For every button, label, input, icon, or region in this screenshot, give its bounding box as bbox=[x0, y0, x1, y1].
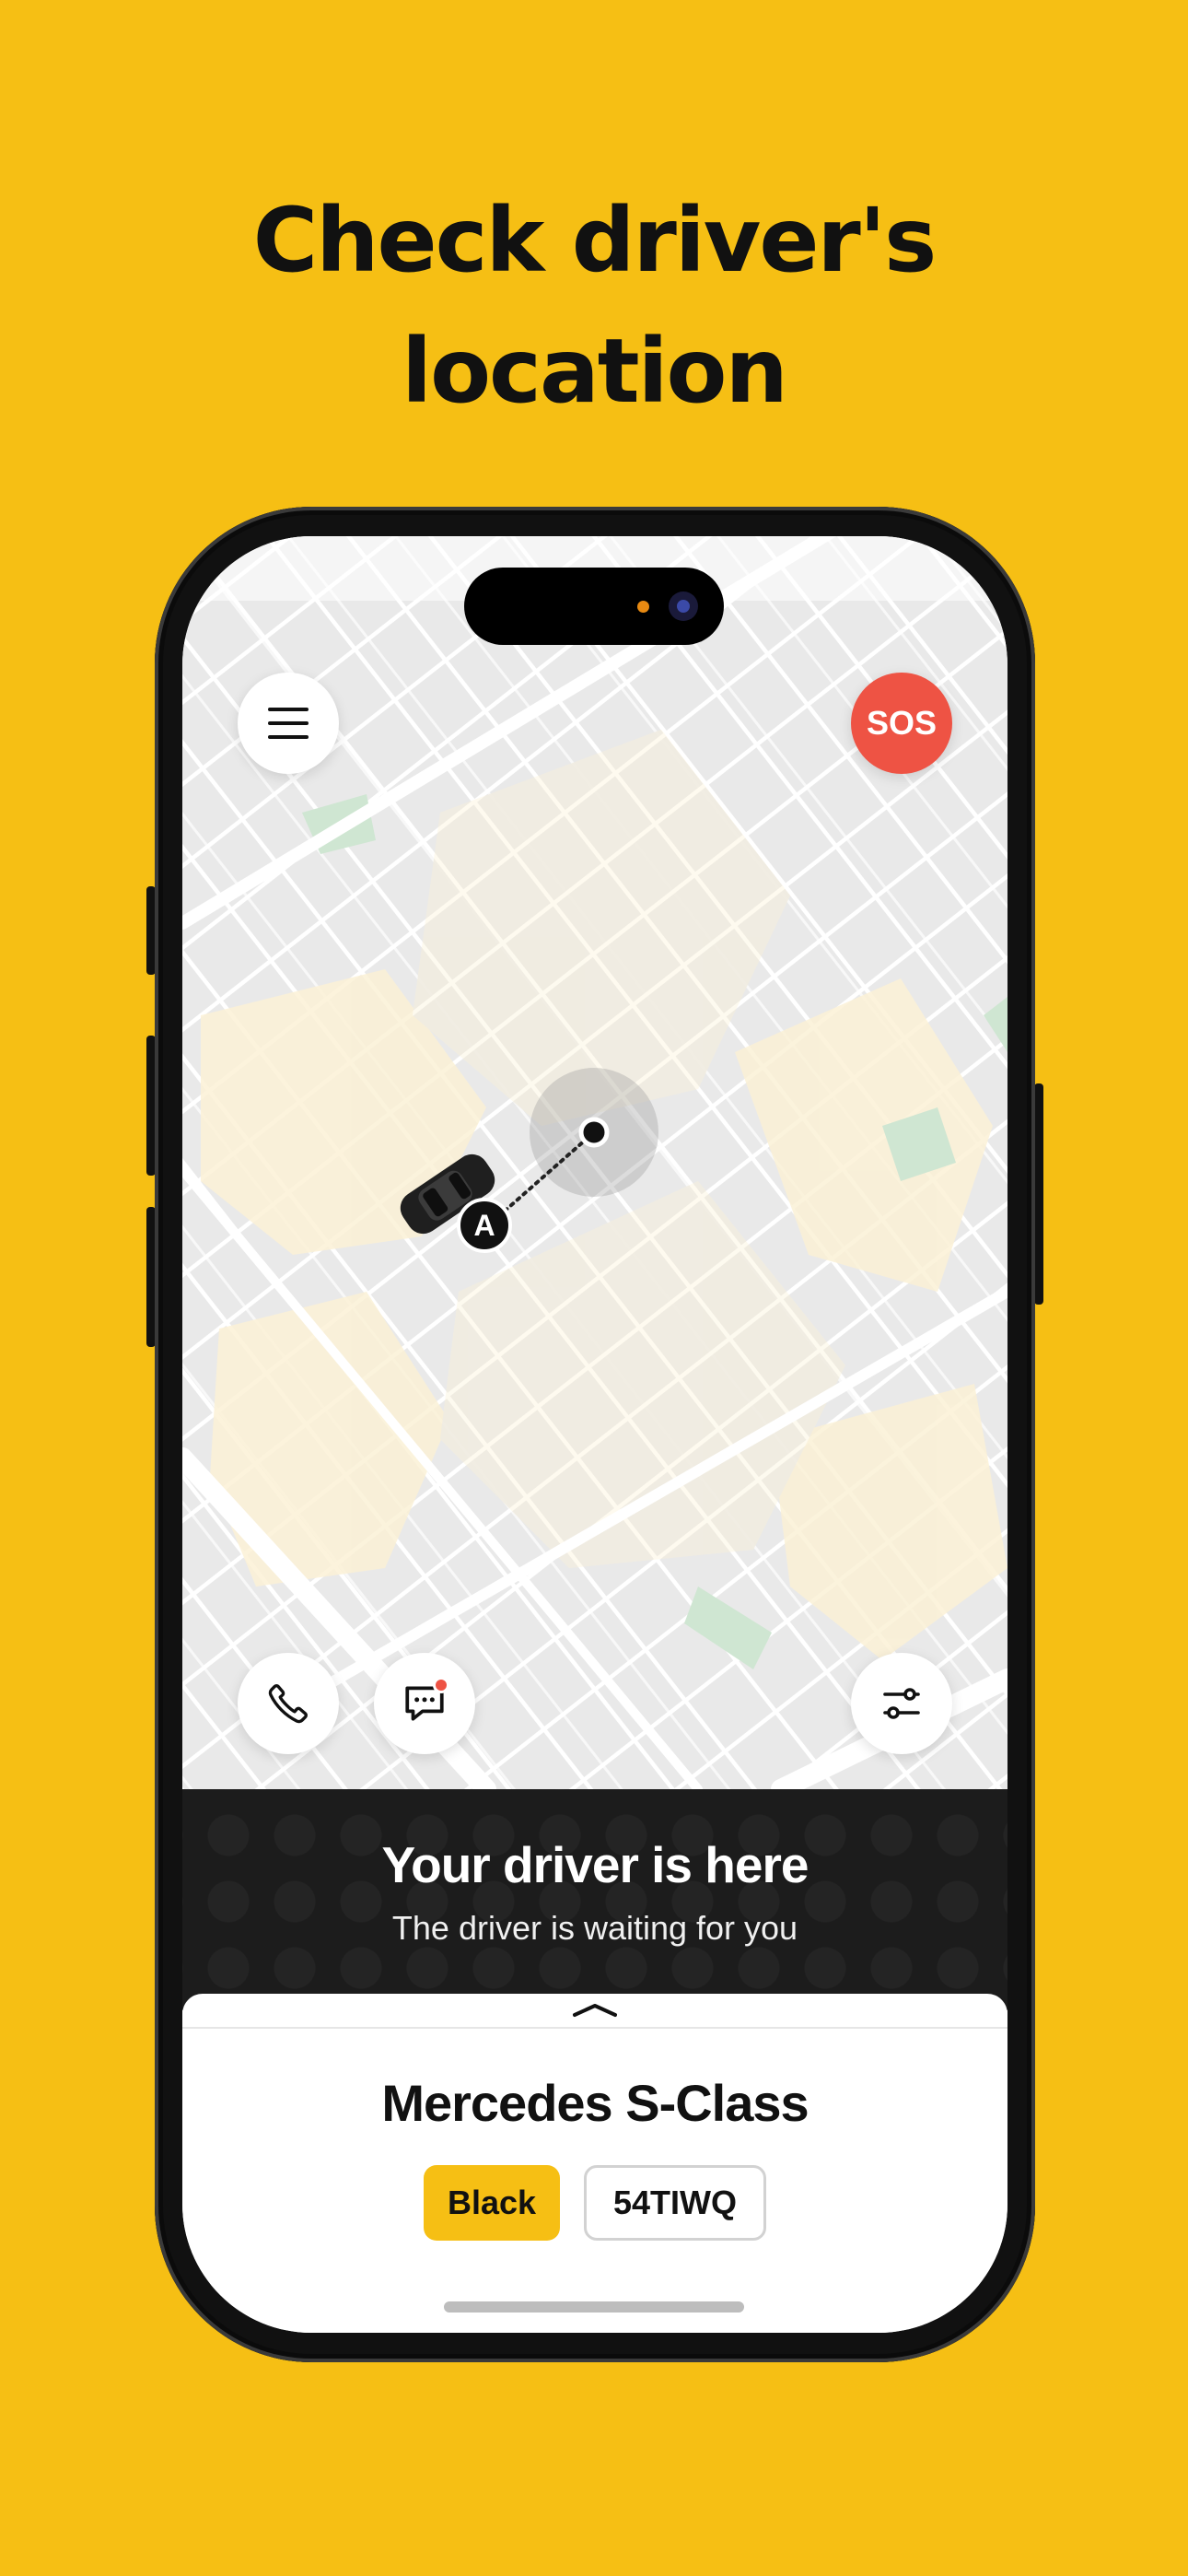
front-camera bbox=[669, 591, 698, 621]
route-icon bbox=[883, 1688, 920, 1719]
dynamic-island bbox=[464, 568, 724, 645]
headline-line-1: Check driver's bbox=[252, 189, 938, 292]
status-title: Your driver is here bbox=[381, 1836, 809, 1893]
call-driver-button[interactable] bbox=[238, 1653, 339, 1754]
menu-button[interactable] bbox=[238, 673, 339, 774]
phone-frame: A SOS Your driver is here The driver is … bbox=[155, 507, 1035, 2362]
driver-status-banner: Your driver is here The driver is waitin… bbox=[182, 1789, 1007, 2010]
power-button bbox=[1034, 1083, 1043, 1305]
ride-details-sheet[interactable]: Mercedes S-Class Black 54TIWQ bbox=[182, 1994, 1007, 2333]
driver-location-dot bbox=[578, 1117, 610, 1148]
phone-icon bbox=[268, 1684, 308, 1724]
home-indicator[interactable] bbox=[444, 2301, 744, 2313]
chevron-up-icon bbox=[573, 2004, 617, 2017]
sos-button[interactable]: SOS bbox=[851, 673, 952, 774]
vehicle-details: Black 54TIWQ bbox=[182, 2165, 1007, 2241]
pickup-marker[interactable]: A bbox=[457, 1198, 512, 1253]
pickup-marker-label: A bbox=[473, 1208, 495, 1242]
license-plate-badge: 54TIWQ bbox=[584, 2165, 766, 2241]
phone-screen: A SOS Your driver is here The driver is … bbox=[182, 536, 1007, 2333]
chat-button[interactable] bbox=[374, 1653, 475, 1754]
menu-icon bbox=[268, 708, 309, 739]
route-options-button[interactable] bbox=[851, 1653, 952, 1754]
sos-label: SOS bbox=[866, 704, 938, 742]
privacy-indicator-dot bbox=[637, 601, 649, 613]
headline-line-2: location bbox=[402, 320, 788, 423]
status-subtitle: The driver is waiting for you bbox=[391, 1909, 798, 1947]
vehicle-model: Mercedes S-Class bbox=[381, 2074, 809, 2132]
vehicle-color-badge: Black bbox=[424, 2165, 560, 2241]
sheet-expand-handle[interactable] bbox=[182, 1994, 1007, 2029]
unread-indicator bbox=[433, 1677, 449, 1693]
page-headline: Check driver's location bbox=[0, 175, 1188, 437]
